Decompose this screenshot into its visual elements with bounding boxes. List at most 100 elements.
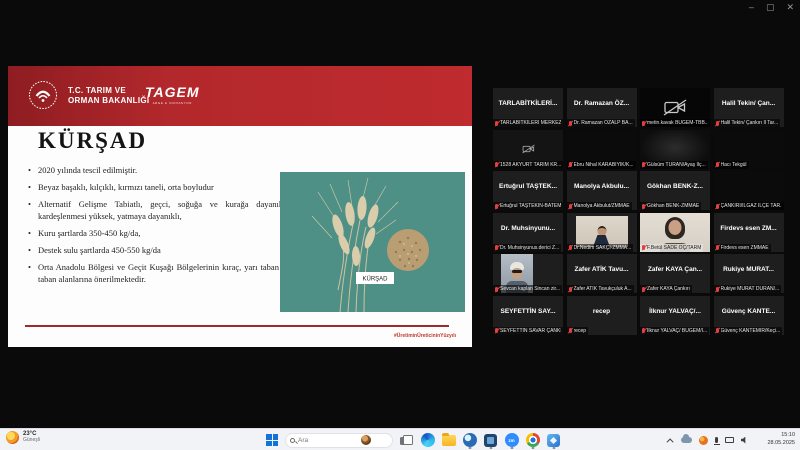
bullet-item: Alternatif Gelişme Tabiatlı, geçci, soğu… bbox=[28, 198, 290, 222]
wheat-caption: KÜRŞAD bbox=[362, 276, 388, 283]
search-input[interactable] bbox=[298, 437, 358, 444]
participant-label: metin.kavak BÜGEM-TBB... bbox=[647, 120, 708, 126]
weather-widget[interactable]: 23°C Güneşli bbox=[6, 431, 40, 444]
taskbar-app-zoom[interactable]: zm bbox=[504, 431, 519, 449]
weather-condition: Güneşli bbox=[23, 438, 40, 444]
muted-mic-icon bbox=[569, 245, 572, 250]
participant-tile[interactable]: Gökhan BENK-Z... Gökhan BENK-ZMMAE bbox=[640, 171, 710, 210]
participant-tile[interactable]: recep recep bbox=[567, 296, 637, 335]
participant-tile-active-speaker[interactable]: F.Betül SADE ÖÇ/TARM bbox=[640, 213, 710, 252]
muted-mic-icon bbox=[716, 245, 719, 250]
participant-label: Manolya Akbulut/ZMMAE bbox=[574, 203, 630, 209]
participant-tile[interactable]: 1528 AKYURT TARIM KR... bbox=[493, 130, 563, 169]
participant-label: Sevcan kaplan Sincan zir... bbox=[500, 286, 560, 292]
muted-mic-icon bbox=[495, 162, 498, 167]
participant-tile[interactable]: Dr.Nedim SAKÇI-ZMMA... bbox=[567, 213, 637, 252]
muted-mic-icon bbox=[495, 204, 498, 209]
participant-tile[interactable]: Halil Tekin/ Çan... Halil Tekin/ Çankırı… bbox=[714, 88, 784, 127]
participant-tile[interactable]: Hacı Tekgül bbox=[714, 130, 784, 169]
muted-mic-icon bbox=[716, 121, 719, 126]
participant-label: Gülsüm TURAN/Ayaş İlç... bbox=[647, 162, 706, 168]
muted-mic-icon bbox=[495, 121, 498, 126]
taskbar-search[interactable] bbox=[285, 433, 393, 448]
taskbar-app-edge[interactable] bbox=[420, 431, 435, 449]
bullet-item: Kuru şartlarda 350-450 kg/da, bbox=[28, 227, 290, 239]
participant-tile[interactable]: Zafer KAYA Çan... Zafer KAYA Çankırı bbox=[640, 254, 710, 293]
muted-mic-icon bbox=[495, 287, 498, 292]
participant-name: Ertuğrul TAŞTEK... bbox=[493, 171, 563, 202]
slide-divider-line bbox=[25, 325, 449, 327]
microphone-icon[interactable] bbox=[715, 437, 718, 443]
participant-label: Halil Tekin/ Çankırı İl Tar... bbox=[721, 120, 779, 126]
taskbar-app-outlook[interactable] bbox=[483, 431, 498, 449]
participant-tile[interactable]: İlknur YALVAÇ/... İlknur YALVAÇ/ BÜGEM/İ… bbox=[640, 296, 710, 335]
participant-label-bar: Dr. Ramazan ÖZALP BA... bbox=[567, 119, 635, 127]
outlook-icon bbox=[484, 434, 497, 447]
participant-tile[interactable]: Manolya Akbulu... Manolya Akbulut/ZMMAE bbox=[567, 171, 637, 210]
muted-mic-icon bbox=[495, 245, 498, 250]
participant-label: Ebru Nihal KARABIYIK/K... bbox=[574, 162, 634, 168]
start-button[interactable] bbox=[266, 434, 278, 446]
phone-link-icon bbox=[463, 433, 477, 447]
participant-label-bar: F.Betül SADE ÖÇ/TARM bbox=[640, 244, 703, 252]
zoom-icon: zm bbox=[505, 433, 519, 447]
participant-label: Hacı Tekgül bbox=[721, 162, 747, 168]
taskbar-app-phone-link[interactable] bbox=[462, 431, 477, 449]
folder-icon bbox=[442, 435, 456, 446]
tray-overflow-chevron-icon[interactable] bbox=[667, 438, 674, 445]
participant-tile[interactable]: Dr. Ramazan ÖZ... Dr. Ramazan ÖZALP BA..… bbox=[567, 88, 637, 127]
participant-tile[interactable]: Zafer ATİK Tavu... Zafer ATİK Tavukçuluk… bbox=[567, 254, 637, 293]
bullet-item: Destek sulu şartlarda 450-550 kg/da bbox=[28, 244, 290, 256]
participant-tile[interactable]: Ebru Nihal KARABIYIK/K... bbox=[567, 130, 637, 169]
taskbar-app-photos[interactable] bbox=[546, 431, 561, 449]
participant-label: Zafer KAYA Çankırı bbox=[647, 286, 690, 292]
taskbar-app-file-explorer[interactable] bbox=[441, 431, 456, 449]
slide-header-band: T.C. TARIM VE ORMAN BAKANLIĞI TAGEM ARGE… bbox=[8, 66, 472, 126]
taskbar-clock[interactable]: 15:10 28.05.2025 bbox=[767, 432, 795, 448]
participant-tile[interactable]: SEYFETTİN SAY... SEYFETTİN SAVAR ÇANKI..… bbox=[493, 296, 563, 335]
participant-label: recep bbox=[574, 328, 587, 334]
participant-label-bar: Rukiye MURAT DURAN/... bbox=[714, 285, 782, 293]
task-view-button[interactable] bbox=[400, 435, 411, 445]
participant-tile[interactable]: ÇANKIRI/ILGAZ İLÇE TAR... bbox=[714, 171, 784, 210]
slide-hashtag: #ÜretiminÜreticininYüzyılı bbox=[394, 333, 456, 339]
participant-tile[interactable]: TARLABİTKİLERİ... TARLABİTKİLERİ MERKEZ.… bbox=[493, 88, 563, 127]
participant-name: Gökhan BENK-Z... bbox=[640, 171, 710, 202]
participant-name: Firdevs esen ZM... bbox=[714, 213, 784, 244]
desktop-screen: – ▢ ✕ T.C. TARIM VE ORMAN BAKANLIĞI TAGE… bbox=[0, 0, 800, 450]
participant-tile[interactable]: Firdevs esen ZM... Firdevs esen ZMMAE bbox=[714, 213, 784, 252]
display-cast-icon[interactable] bbox=[725, 437, 734, 443]
participant-tile[interactable]: Rukiye MURAT... Rukiye MURAT DURAN/... bbox=[714, 254, 784, 293]
muted-mic-icon bbox=[716, 287, 719, 292]
participant-tile[interactable]: Ertuğrul TAŞTEK... Ertuğrul TAŞTEKİN-BAT… bbox=[493, 171, 563, 210]
onedrive-cloud-icon[interactable] bbox=[681, 437, 692, 443]
wheat-photo: KÜRŞAD bbox=[280, 172, 465, 312]
participant-name: Manolya Akbulu... bbox=[567, 171, 637, 202]
minimize-button[interactable]: – bbox=[749, 2, 754, 13]
chrome-icon bbox=[526, 433, 540, 447]
participant-label: Güvenç KANTEMİR/Keçi... bbox=[721, 328, 781, 334]
participant-label: Zafer ATİK Tavukçuluk A... bbox=[574, 286, 632, 292]
participant-tile[interactable]: Gülsüm TURAN/Ayaş İlç... bbox=[640, 130, 710, 169]
participant-label-bar: Dr.Nedim SAKÇI-ZMMA... bbox=[567, 244, 634, 252]
participant-label-bar: Sevcan kaplan Sincan zir... bbox=[493, 285, 562, 293]
participant-tile[interactable]: metin.kavak BÜGEM-TBB... bbox=[640, 88, 710, 127]
tray-app-icon[interactable] bbox=[699, 436, 708, 445]
participant-tile[interactable]: Dr. Muhsinyunu... Dr. Muhsinyunus.derici… bbox=[493, 213, 563, 252]
participant-label-bar: TARLABİTKİLERİ MERKEZ... bbox=[493, 119, 563, 127]
participant-label: İlknur YALVAÇ/ BÜGEM/İ... bbox=[647, 328, 707, 334]
slide-title: KÜRŞAD bbox=[38, 128, 147, 154]
speaker-icon[interactable] bbox=[741, 437, 748, 444]
participant-label: Dr. Muhsinyunus.derici Z... bbox=[500, 245, 559, 251]
participant-tile[interactable]: Güvenç KANTE... Güvenç KANTEMİR/Keçi... bbox=[714, 296, 784, 335]
participant-name: Halil Tekin/ Çan... bbox=[714, 88, 784, 119]
participant-label-bar: Dr. Muhsinyunus.derici Z... bbox=[493, 244, 561, 252]
muted-mic-icon bbox=[642, 121, 645, 126]
close-button[interactable]: ✕ bbox=[786, 2, 794, 13]
participant-label-bar: Ertuğrul TAŞTEKİN-BATEM bbox=[493, 202, 563, 210]
participant-tile[interactable]: Sevcan kaplan Sincan zir... bbox=[493, 254, 563, 293]
maximize-button[interactable]: ▢ bbox=[766, 2, 775, 13]
taskbar-app-chrome[interactable] bbox=[525, 431, 540, 449]
participant-label: Ertuğrul TAŞTEKİN-BATEM bbox=[500, 203, 561, 209]
participant-label-bar: Gülsüm TURAN/Ayaş İlç... bbox=[640, 161, 708, 169]
